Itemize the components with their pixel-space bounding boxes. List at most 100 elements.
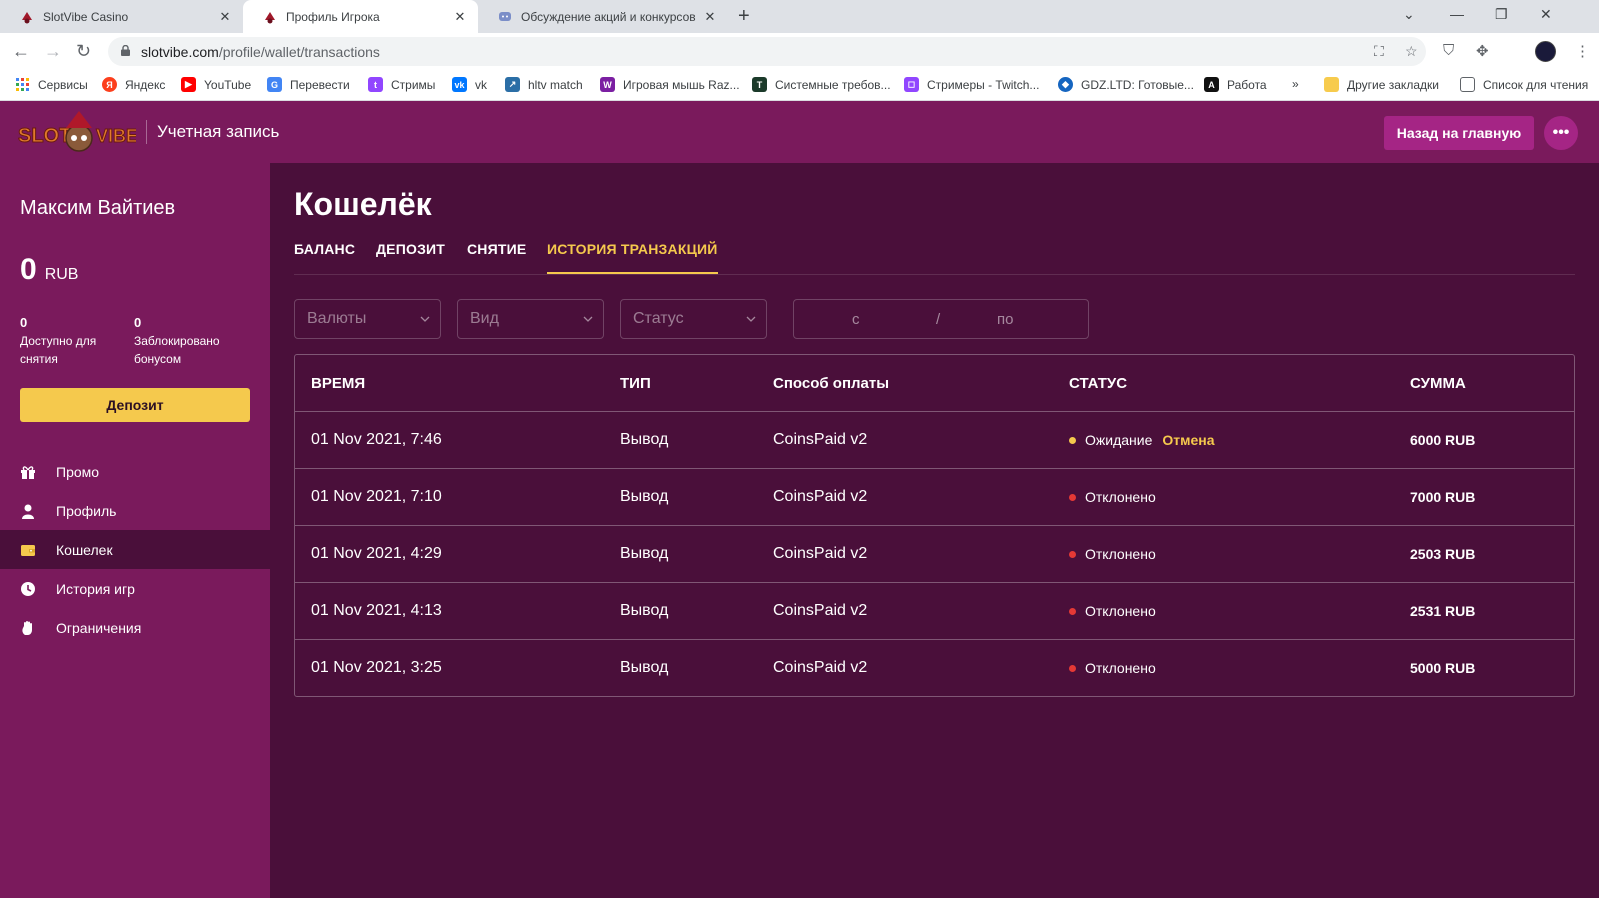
header-amount: СУММА	[1410, 374, 1466, 392]
back-icon[interactable]: ←	[12, 41, 30, 61]
yandex-icon: Я	[102, 77, 117, 92]
slotvibe-favicon-icon	[22, 11, 32, 23]
date-range-filter[interactable]: с / по	[793, 299, 1089, 339]
deposit-button[interactable]: Депозит	[20, 388, 250, 422]
cell-status: Отклонено	[1069, 660, 1156, 676]
tab-search-icon[interactable]: ⌄	[1403, 6, 1415, 23]
bookmark-item[interactable]: ◻ Стримеры - Twitch...	[904, 77, 1039, 92]
table-row: 01 Nov 2021, 7:10 Вывод CoinsPaid v2 Отк…	[295, 468, 1574, 525]
bookmark-item[interactable]: vk vk	[452, 77, 487, 92]
chevron-down-icon	[583, 316, 593, 322]
clock-icon	[21, 581, 35, 596]
puzzle-extension-icon[interactable]: ✥	[1476, 42, 1489, 60]
status-text: Ожидание	[1085, 432, 1153, 448]
table-row: 01 Nov 2021, 4:13 Вывод CoinsPaid v2 Отк…	[295, 582, 1574, 639]
status-text: Отклонено	[1085, 603, 1156, 619]
back-home-button[interactable]: Назад на главную	[1384, 116, 1534, 150]
bookmark-item[interactable]: T Системные требов...	[752, 77, 891, 92]
site-header: SLOT VIBE Учетная запись Назад на главну…	[0, 101, 1599, 163]
sidebar-item-label: Кошелек	[56, 541, 113, 558]
bookmarks-overflow[interactable]: »	[1292, 77, 1299, 91]
other-bookmarks[interactable]: Другие закладки	[1324, 77, 1439, 92]
bookmark-item[interactable]: Я Яндекс	[102, 77, 165, 92]
header-method: Способ оплаты	[773, 374, 890, 392]
sidebar-item-game-history[interactable]: История игр	[0, 569, 270, 608]
bookmark-item[interactable]: W Игровая мышь Raz...	[600, 77, 740, 92]
header-divider	[146, 120, 147, 144]
cancel-link[interactable]: Отмена	[1162, 432, 1214, 448]
status-filter[interactable]: Статус	[620, 299, 767, 339]
status-dot-icon	[1069, 493, 1076, 501]
main-content: Кошелёк БАЛАНС ДЕПОЗИТ СНЯТИЕ ИСТОРИЯ ТР…	[270, 163, 1599, 898]
chevron-down-icon	[420, 316, 430, 322]
bookmark-item[interactable]: G Перевести	[267, 77, 350, 92]
bookmark-item[interactable]: ▶ YouTube	[181, 77, 251, 92]
translate-icon[interactable]: ⛶	[1374, 43, 1384, 60]
status-text: Отклонено	[1085, 489, 1156, 505]
vk-icon: vk	[452, 77, 467, 92]
new-tab-icon[interactable]: +	[738, 5, 750, 28]
cell-amount: 2503 RUB	[1410, 546, 1476, 562]
sidebar-item-limits[interactable]: Ограничения	[0, 608, 270, 647]
browser-tab[interactable]: SlotVibe Casino ✕	[0, 0, 243, 33]
close-icon[interactable]: ✕	[217, 9, 233, 25]
restore-icon[interactable]: ❐	[1495, 6, 1508, 23]
cell-type: Вывод	[620, 602, 669, 619]
browser-tab-bar: SlotVibe Casino ✕ Профиль Игрока ✕ Обсуж…	[0, 0, 1599, 33]
forward-icon[interactable]: →	[44, 41, 62, 61]
status-dot-icon	[1069, 550, 1076, 558]
close-icon[interactable]: ✕	[452, 9, 468, 25]
tab-withdraw[interactable]: СНЯТИЕ	[467, 241, 526, 272]
bookmark-item[interactable]: t Стримы	[368, 77, 435, 92]
status-text: Отклонено	[1085, 660, 1156, 676]
cell-time: 01 Nov 2021, 7:10	[311, 488, 442, 505]
status-dot-icon	[1069, 664, 1076, 672]
profile-avatar[interactable]	[1535, 41, 1556, 62]
date-from-field[interactable]: с	[852, 311, 860, 328]
tab-deposit[interactable]: ДЕПОЗИТ	[376, 241, 445, 272]
sidebar-item-profile[interactable]: Профиль	[0, 491, 270, 530]
currency-filter[interactable]: Валюты	[294, 299, 441, 339]
bookmark-item[interactable]: Сервисы	[15, 77, 88, 92]
address-bar: ← → ↻ slotvibe.com/profile/wallet/transa…	[0, 33, 1599, 70]
menu-dots-icon[interactable]: ⋮	[1575, 42, 1590, 60]
sidebar-item-label: Промо	[56, 463, 100, 480]
browser-tab-active[interactable]: Профиль Игрока ✕	[243, 0, 478, 33]
reload-icon[interactable]: ↻	[76, 41, 91, 61]
cell-amount: 2531 RUB	[1410, 603, 1476, 619]
bookmark-item[interactable]: ↗ hltv match	[505, 77, 583, 92]
bookmark-item[interactable]: ◆ GDZ.LTD: Готовые...	[1058, 77, 1194, 92]
sidebar-item-promo[interactable]: Промо	[0, 452, 270, 491]
star-icon[interactable]: ☆	[1405, 43, 1418, 60]
sidebar-item-wallet[interactable]: Кошелек	[0, 530, 270, 569]
svg-text:VIBE: VIBE	[96, 126, 136, 146]
balance-currency: RUB	[44, 266, 79, 283]
slotvibe-logo[interactable]: SLOT VIBE	[16, 108, 136, 158]
cell-method: CoinsPaid v2	[773, 545, 868, 562]
tab-transaction-history[interactable]: ИСТОРИЯ ТРАНЗАКЦИЙ	[547, 241, 718, 274]
bookmark-item[interactable]: A Работа	[1204, 77, 1267, 92]
cell-status: Отклонено	[1069, 603, 1156, 619]
window-close-icon[interactable]: ✕	[1540, 6, 1552, 23]
close-icon[interactable]: ✕	[702, 9, 718, 25]
gift-icon	[21, 465, 35, 479]
type-filter[interactable]: Вид	[457, 299, 604, 339]
minimize-icon[interactable]: —	[1450, 6, 1464, 22]
transactions-table: ВРЕМЯ ТИП Способ оплаты СТАТУС СУММА 01 …	[294, 354, 1575, 697]
more-options-icon[interactable]: •••	[1544, 116, 1578, 150]
date-to-field[interactable]: по	[997, 311, 1013, 328]
youtube-icon: ▶	[181, 77, 196, 92]
shield-extension-icon[interactable]: ⛉	[1443, 42, 1454, 59]
user-icon	[22, 504, 34, 519]
cell-method: CoinsPaid v2	[773, 659, 868, 676]
reading-list-icon	[1460, 77, 1475, 92]
cell-method: CoinsPaid v2	[773, 431, 868, 448]
url-field[interactable]: slotvibe.com/profile/wallet/transactions…	[108, 37, 1426, 66]
cell-type: Вывод	[620, 431, 669, 448]
sidebar-item-label: Ограничения	[56, 619, 142, 636]
browser-tab[interactable]: Обсуждение акций и конкурсов ✕	[478, 0, 728, 33]
available-value: 0	[20, 315, 28, 330]
reading-list[interactable]: Список для чтения	[1460, 77, 1588, 92]
work-icon: A	[1204, 77, 1219, 92]
tab-balance[interactable]: БАЛАНС	[294, 241, 355, 272]
